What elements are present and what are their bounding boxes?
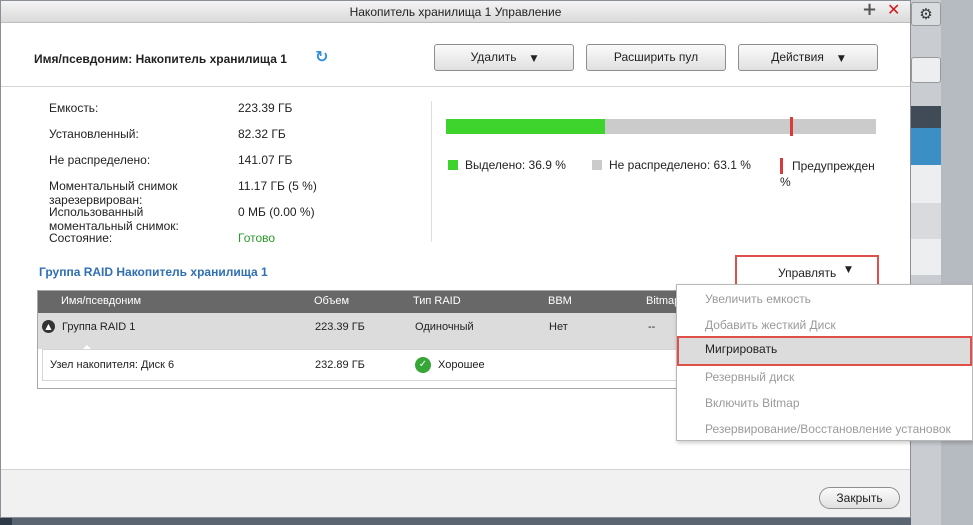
usage-bar-allocated: [446, 119, 605, 134]
chevron-down-icon: ▼: [837, 54, 845, 64]
background-row: [911, 106, 941, 128]
info-value: 11.17 ГБ (5 %): [238, 179, 317, 193]
background-row[interactable]: [911, 203, 941, 239]
expand-pool-button[interactable]: Расширить пул: [586, 44, 726, 71]
legend-allocated: Выделено: 36.9 %: [448, 158, 566, 172]
menu-item-enable-bitmap[interactable]: Включить Bitmap: [677, 390, 972, 416]
pool-name: Имя/псевдоним: Накопитель хранилища 1: [34, 52, 287, 66]
column-header-name[interactable]: Имя/псевдоним: [61, 295, 141, 307]
raid-group-title: Группа RAID Накопитель хранилища 1: [39, 265, 268, 279]
collapse-icon[interactable]: ▲: [42, 320, 55, 333]
close-icon[interactable]: ✕: [887, 0, 900, 19]
table-header: Имя/псевдоним Объем Тип RAID BBM Bitmap: [38, 291, 786, 313]
divider: [431, 101, 432, 242]
info-label: Использованный моментальный снимок:: [49, 205, 179, 233]
column-header-size[interactable]: Объем: [314, 295, 349, 307]
background-button[interactable]: [911, 57, 941, 83]
background-app-right: ⚙: [911, 0, 973, 525]
raid-table: Имя/псевдоним Объем Тип RAID BBM Bitmap …: [37, 290, 787, 389]
menu-item-spare-disk[interactable]: Резервный диск: [677, 364, 972, 390]
status-value: Готово: [238, 231, 276, 245]
table-row-raid-group[interactable]: ▲ Группа RAID 1 223.39 ГБ Одиночный Нет …: [38, 313, 786, 349]
legend-unallocated: Не распределено: 63.1 %: [592, 158, 751, 172]
menu-item-migrate[interactable]: Мигрировать: [677, 336, 972, 366]
background-row[interactable]: [911, 239, 941, 275]
disk-status: Хорошее: [438, 359, 485, 371]
raid-group-type: Одиночный: [415, 321, 474, 333]
actions-button-label: Действия: [771, 50, 824, 64]
legend-swatch: [592, 160, 602, 170]
delete-button[interactable]: Удалить ▼: [434, 44, 574, 71]
dialog-titlebar[interactable]: Накопитель хранилища 1 Управление + ✕: [1, 0, 910, 23]
refresh-icon[interactable]: ↻: [315, 47, 328, 66]
column-header-raid-type[interactable]: Тип RAID: [413, 295, 461, 307]
info-label: Не распределено:: [49, 153, 151, 167]
info-label: Емкость:: [49, 101, 99, 115]
dialog-footer: Закрыть: [1, 469, 910, 517]
manage-dropdown-label: Управлять: [778, 266, 837, 280]
legend-swatch: [448, 160, 458, 170]
menu-item-backup-restore-settings[interactable]: Резервирование/Восстановление установок: [677, 416, 972, 442]
legend-warning: Предупрежден: [780, 158, 875, 174]
disk-size: 232.89 ГБ: [315, 359, 365, 371]
column-header-bbm[interactable]: BBM: [548, 295, 572, 307]
legend-warning-label: Предупрежден: [792, 159, 875, 173]
raid-group-bbm: Нет: [549, 321, 568, 333]
usage-bar-warning-marker: [790, 117, 793, 136]
legend-unallocated-label: Не распределено: 63.1 %: [609, 158, 751, 172]
raid-group-bitmap: --: [648, 321, 656, 333]
close-button[interactable]: Закрыть: [819, 487, 900, 509]
chevron-down-icon: ▼: [530, 54, 538, 64]
raid-group-size: 223.39 ГБ: [315, 321, 365, 333]
check-icon: ✓: [415, 357, 431, 373]
usage-bar: [446, 117, 876, 136]
legend-warning-line: [780, 158, 783, 174]
background-row-selected[interactable]: [911, 128, 941, 165]
manage-menu: Увеличить емкость Добавить жесткий Диск …: [676, 284, 973, 441]
add-icon[interactable]: +: [862, 0, 877, 20]
legend-allocated-label: Выделено: 36.9 %: [465, 158, 566, 172]
info-label: Состояние:: [49, 231, 113, 245]
info-label: Установленный:: [49, 127, 139, 141]
dialog-title: Накопитель хранилища 1 Управление: [349, 5, 562, 19]
pool-header: Имя/псевдоним: Накопитель хранилища 1 ↻ …: [1, 23, 910, 87]
chevron-down-icon: ▼: [845, 265, 852, 275]
background-edge: [941, 0, 973, 525]
disk-name: Узел накопителя: Диск 6: [50, 359, 175, 371]
background-row[interactable]: [911, 165, 941, 203]
menu-item-expand-capacity[interactable]: Увеличить емкость: [677, 286, 972, 312]
info-value: 0 МБ (0.00 %): [238, 205, 315, 219]
legend-warning-suffix: %: [780, 175, 791, 189]
info-value: 82.32 ГБ: [238, 127, 286, 141]
info-value: 141.07 ГБ: [238, 153, 293, 167]
delete-button-label: Удалить: [470, 50, 517, 64]
expand-pool-button-label: Расширить пул: [613, 50, 699, 64]
info-label: Моментальный снимок зарезервирован:: [49, 179, 178, 207]
info-value: 223.39 ГБ: [238, 101, 293, 115]
table-row-disk[interactable]: Узел накопителя: Диск 6 232.89 ГБ ✓ Хоро…: [42, 349, 784, 381]
menu-item-add-disk[interactable]: Добавить жесткий Диск: [677, 312, 972, 338]
actions-button[interactable]: Действия ▼: [738, 44, 878, 71]
gear-icon[interactable]: ⚙: [911, 2, 941, 26]
raid-group-name: Группа RAID 1: [62, 321, 136, 333]
